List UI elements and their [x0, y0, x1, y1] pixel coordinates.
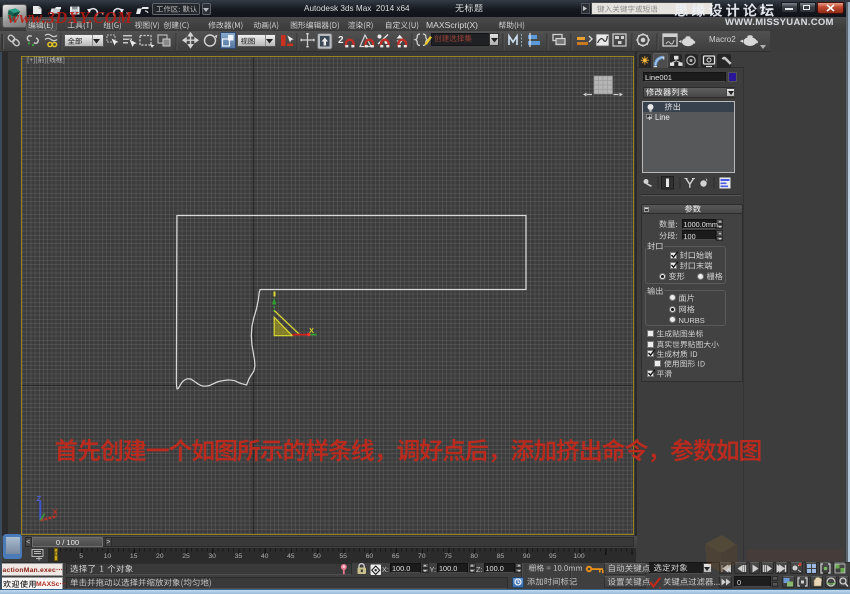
svg-text:X: X	[309, 326, 314, 335]
svg-text:X: X	[53, 508, 58, 517]
svg-text:Z: Z	[37, 494, 42, 503]
